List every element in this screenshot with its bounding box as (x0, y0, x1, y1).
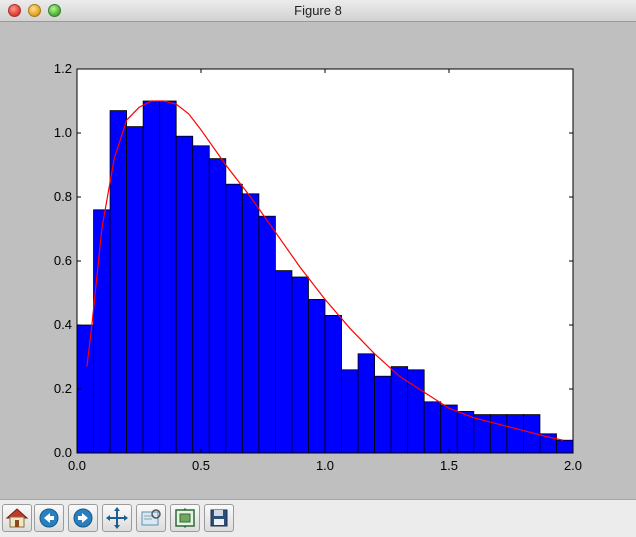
histogram-bar (142, 100, 161, 454)
navigation-toolbar (0, 499, 636, 537)
y-tick-label: 0.6 (54, 253, 72, 268)
window-titlebar: Figure 8 (0, 0, 636, 22)
histogram-bar (308, 298, 326, 454)
move-icon (106, 507, 128, 529)
histogram-bar (374, 375, 392, 454)
histogram-bar (274, 270, 293, 454)
save-button[interactable] (204, 504, 234, 532)
home-button[interactable] (2, 504, 32, 532)
y-tick-label: 0.0 (54, 445, 72, 460)
histogram-bar (556, 439, 574, 454)
y-tick-label: 1.2 (54, 61, 72, 76)
y-tick-label: 1.0 (54, 125, 72, 140)
histogram-bar (423, 401, 442, 454)
histogram-bar (407, 369, 425, 454)
histogram-bar (175, 135, 194, 454)
back-button[interactable] (34, 504, 64, 532)
histogram-bar (440, 404, 458, 454)
zoom-rect-icon (141, 509, 161, 526)
x-tick-label: 1.0 (316, 458, 334, 473)
x-tick-label: 0.5 (192, 458, 210, 473)
histogram-bar (241, 193, 260, 454)
histogram-bar (93, 209, 111, 454)
arrow-left-icon (39, 508, 59, 528)
histogram-bar (357, 353, 376, 454)
histogram-bar (225, 183, 243, 454)
x-tick-label: 2.0 (564, 458, 582, 473)
histogram-chart: 0.0 0.5 1.0 1.5 2.0 0.0 0.2 0.4 0.6 0.8 1.0 1.2 (54, 61, 582, 473)
arrow-right-icon (73, 508, 93, 528)
x-tick-label: 0.0 (68, 458, 86, 473)
figure-canvas: 0.0 0.5 1.0 1.5 2.0 0.0 0.2 0.4 0.6 0.8 1.0 1.2 (0, 22, 636, 499)
zoom-button[interactable] (136, 504, 166, 532)
x-tick-label: 1.5 (440, 458, 458, 473)
home-icon (5, 508, 29, 528)
pan-button[interactable] (102, 504, 132, 532)
window-title: Figure 8 (294, 3, 342, 18)
y-tick-label: 0.4 (54, 317, 72, 332)
histogram-bar (506, 414, 524, 454)
histogram-bar (159, 100, 177, 454)
subplots-button[interactable] (170, 504, 200, 532)
histogram-bar (324, 314, 342, 454)
histogram-bar (208, 158, 227, 454)
histogram-bar (192, 145, 210, 454)
histogram-bar (341, 369, 359, 454)
y-tick-label: 0.2 (54, 381, 72, 396)
floppy-disk-icon (210, 509, 228, 527)
forward-button[interactable] (68, 504, 98, 532)
y-tick-label: 0.8 (54, 189, 72, 204)
histogram-bar (291, 276, 309, 454)
histogram-bar (109, 110, 128, 454)
histogram-bar (258, 215, 276, 454)
histogram-bar (489, 414, 508, 454)
histogram-bar (456, 410, 475, 454)
subplots-icon (175, 508, 195, 528)
histogram-bar (126, 126, 144, 454)
